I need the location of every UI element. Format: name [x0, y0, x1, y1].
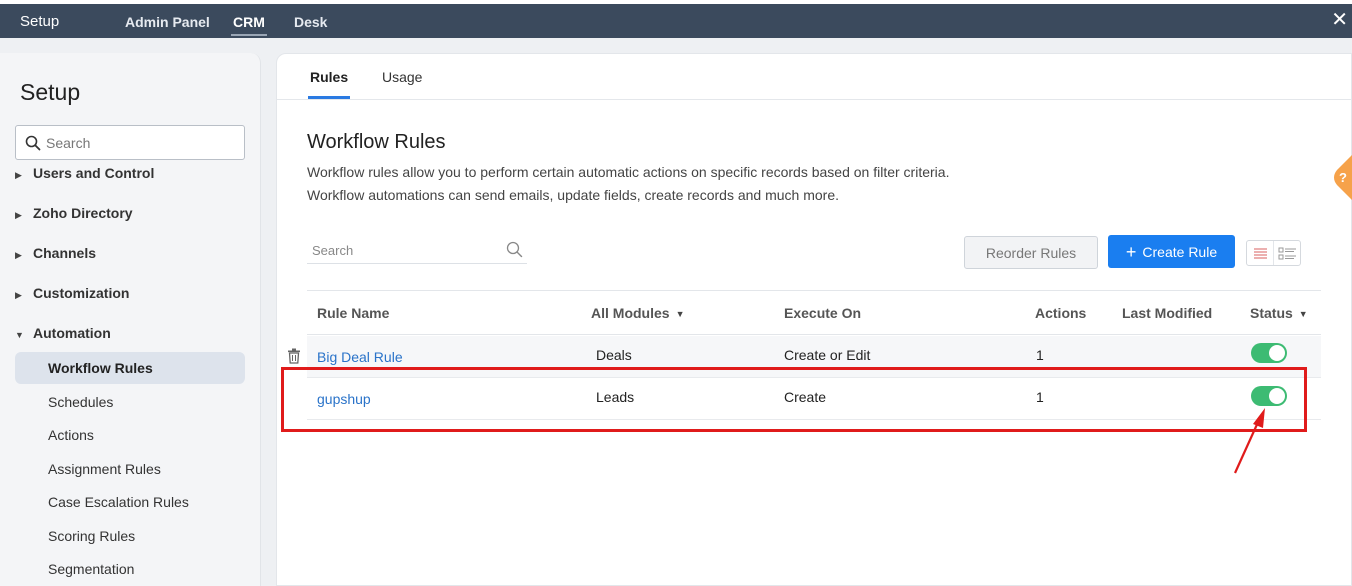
nav-desk[interactable]: Desk — [294, 14, 327, 30]
rule-execute-on: Create — [784, 389, 827, 405]
close-icon[interactable]: ✕ — [1331, 10, 1348, 30]
sidebar-title: Setup — [20, 79, 81, 105]
sidebar-item-label: Users and Control — [33, 165, 155, 181]
rules-table-header: Rule Name All Modules ▼ Execute On Action… — [307, 290, 1321, 335]
sidebar-item-users-and-control[interactable]: ▶ Users and Control — [15, 163, 154, 183]
search-icon — [25, 135, 41, 151]
rule-actions-count: 1 — [1036, 389, 1044, 405]
column-actions: Actions — [1035, 305, 1087, 321]
rules-search[interactable] — [307, 240, 527, 264]
column-rule-name: Rule Name — [317, 305, 390, 321]
rule-execute-on: Create or Edit — [784, 347, 871, 363]
setup-brand[interactable]: Setup — [20, 13, 59, 30]
chevron-right-icon: ▶ — [15, 210, 22, 220]
reorder-rules-button[interactable]: Reorder Rules — [964, 236, 1098, 269]
sidebar-search[interactable] — [15, 125, 245, 160]
rule-name-link[interactable]: gupshup — [317, 391, 371, 407]
status-toggle[interactable] — [1251, 343, 1287, 363]
column-status[interactable]: Status ▼ — [1250, 305, 1308, 321]
view-toggle — [1246, 240, 1301, 266]
tab-bar: Rules Usage — [277, 54, 1351, 100]
sidebar-item-scoring-rules[interactable]: Scoring Rules — [15, 520, 245, 552]
rule-name-link[interactable]: Big Deal Rule — [317, 349, 403, 365]
sidebar-item-case-escalation-rules[interactable]: Case Escalation Rules — [15, 486, 245, 518]
sidebar-item-customization[interactable]: ▶ Customization — [15, 283, 129, 303]
top-bar: Setup Admin Panel CRM Desk ✕ — [0, 0, 1352, 38]
caret-down-icon: ▼ — [1298, 309, 1308, 319]
sidebar-item-zoho-directory[interactable]: ▶ Zoho Directory — [15, 203, 133, 223]
setup-sidebar: Setup ▶ Users and Control ▶ Zoho Directory… — [0, 53, 261, 586]
sidebar-item-automation[interactable]: ▼ Automation — [15, 323, 111, 343]
caret-down-icon: ▼ — [675, 309, 685, 319]
column-label: All Modules — [591, 305, 670, 321]
column-all-modules[interactable]: All Modules ▼ — [591, 305, 684, 321]
page-description: Workflow rules allow you to perform cert… — [307, 164, 950, 203]
rule-module: Deals — [596, 347, 632, 363]
main-panel: Rules Usage Workflow Rules Workflow rule… — [276, 53, 1352, 586]
toggle-knob — [1269, 345, 1285, 361]
column-execute-on: Execute On — [784, 305, 862, 321]
sidebar-item-label: Zoho Directory — [33, 205, 133, 221]
nav-admin-panel[interactable]: Admin Panel — [125, 14, 210, 30]
plus-icon: + — [1125, 242, 1137, 262]
table-row[interactable]: gupshup Leads Create 1 — [307, 378, 1321, 420]
rules-search-input[interactable] — [312, 240, 492, 260]
annotation-arrow-icon — [1233, 408, 1265, 474]
list-view-icon[interactable] — [1247, 241, 1274, 265]
help-label: ? — [1339, 170, 1347, 185]
tab-rules[interactable]: Rules — [307, 69, 351, 99]
rule-module: Leads — [596, 389, 635, 405]
help-icon[interactable]: ? — [1325, 155, 1352, 200]
create-rule-label: Create Rule — [1142, 244, 1218, 260]
sidebar-item-assignment-rules[interactable]: Assignment Rules — [15, 453, 245, 485]
rule-actions-count: 1 — [1036, 347, 1044, 363]
tab-usage[interactable]: Usage — [382, 69, 422, 85]
sidebar-item-label: Customization — [33, 285, 130, 301]
column-last-modified: Last Modified — [1122, 305, 1213, 321]
sidebar-item-channels[interactable]: ▶ Channels — [15, 243, 96, 263]
chevron-right-icon: ▶ — [15, 250, 22, 260]
create-rule-button[interactable]: + Create Rule — [1108, 235, 1235, 268]
sidebar-item-schedules[interactable]: Schedules — [15, 386, 245, 418]
page-title: Workflow Rules — [307, 131, 446, 153]
column-label: Status — [1250, 305, 1293, 321]
sidebar-item-label: Automation — [33, 325, 111, 341]
detail-view-icon[interactable] — [1274, 241, 1301, 265]
sidebar-item-segmentation[interactable]: Segmentation — [15, 553, 245, 585]
chevron-right-icon: ▶ — [15, 290, 22, 300]
search-icon[interactable] — [506, 241, 523, 258]
sidebar-search-input[interactable] — [46, 132, 236, 154]
chevron-down-icon: ▼ — [15, 330, 24, 340]
table-row[interactable]: Big Deal Rule Deals Create or Edit 1 — [288, 336, 1321, 378]
sidebar-item-label: Channels — [33, 245, 97, 261]
nav-crm[interactable]: CRM — [231, 14, 267, 36]
trash-icon[interactable] — [287, 348, 301, 364]
chevron-right-icon: ▶ — [15, 170, 22, 180]
sidebar-item-actions[interactable]: Actions — [15, 419, 245, 451]
sidebar-item-workflow-rules[interactable]: Workflow Rules — [15, 352, 245, 384]
